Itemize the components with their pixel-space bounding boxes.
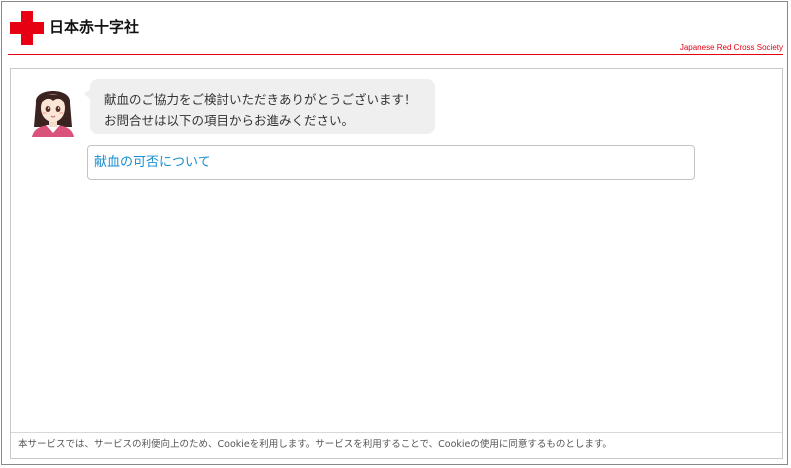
chat-panel: 献血のご協力をご検討いただきありがとうございます！ お問合せは以下の項目からお進… [10, 68, 783, 459]
red-cross-icon [10, 11, 44, 45]
bot-message-bubble: 献血のご協力をご検討いただきありがとうございます！ お問合せは以下の項目からお進… [84, 79, 435, 134]
header: 日本赤十字社 Japanese Red Cross Society [2, 2, 787, 56]
bot-message-line: お問合せは以下の項目からお進みください。 [104, 113, 355, 128]
option-donation-eligibility-button[interactable]: 献血の可否について [87, 145, 695, 180]
header-subtitle: Japanese Red Cross Society [679, 43, 783, 52]
app-window: 日本赤十字社 Japanese Red Cross Society 献血のご協力… [1, 1, 788, 465]
header-divider [8, 54, 783, 55]
bot-message-line: 献血のご協力をご検討いただきありがとうございます！ [104, 92, 417, 107]
nurse-avatar-icon [30, 81, 76, 137]
cookie-notice: 本サービスでは、サービスの利便向上のため、Cookieを利用します。サービスを利… [11, 432, 782, 458]
logo-text: 日本赤十字社 [49, 18, 140, 36]
